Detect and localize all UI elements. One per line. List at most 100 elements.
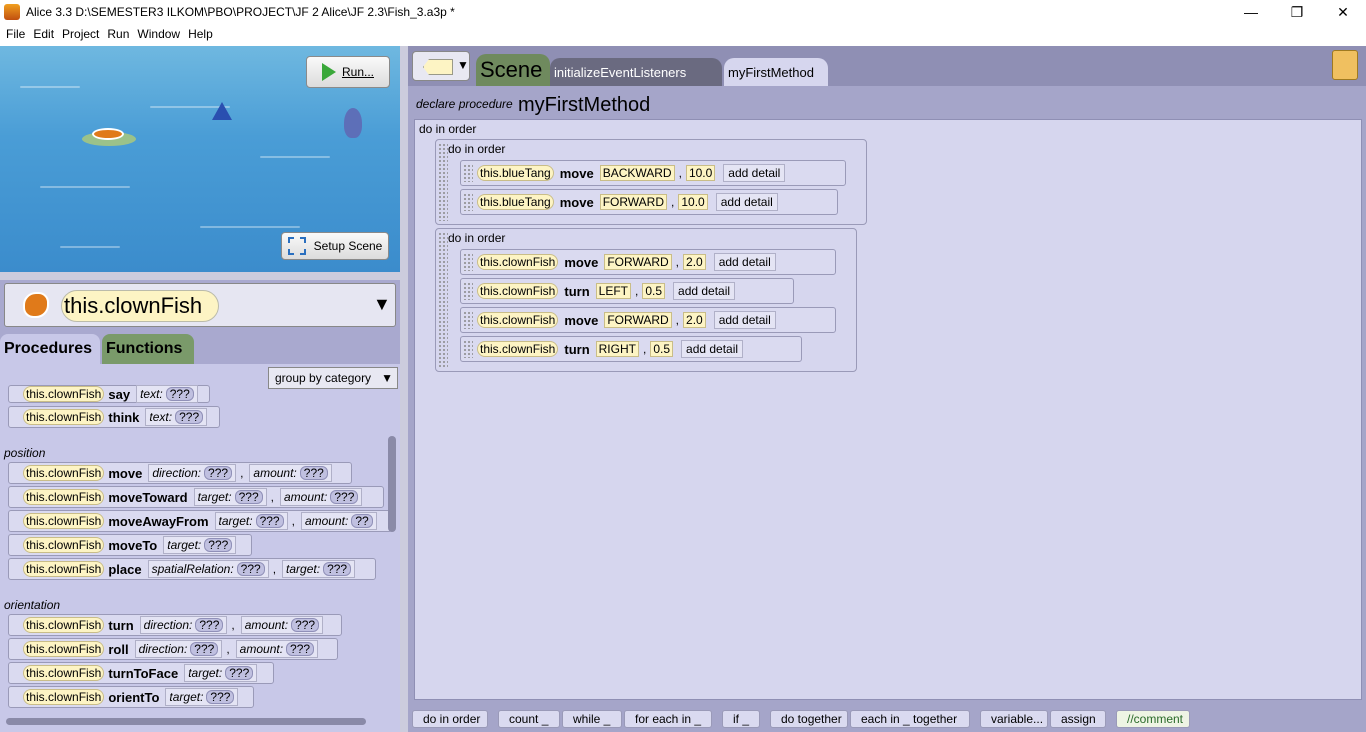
do-in-order-block[interactable]: do in order this.blueTang move BACKWARD …: [435, 139, 867, 225]
stmt-arg-amount[interactable]: 10.0: [678, 194, 708, 210]
proc-param[interactable]: target:???: [165, 688, 239, 706]
stmt-target[interactable]: this.blueTang: [477, 165, 554, 181]
group-by-dropdown[interactable]: group by category ▼: [268, 367, 398, 389]
add-detail-button[interactable]: add detail: [713, 253, 776, 271]
tool-variable[interactable]: variable...: [980, 710, 1048, 728]
vertical-splitter[interactable]: [400, 46, 408, 732]
minimize-button[interactable]: —: [1228, 0, 1274, 24]
do-in-order-block[interactable]: do in order this.clownFish move FORWARD …: [435, 228, 857, 372]
proc-param[interactable]: amount:??: [300, 512, 377, 530]
tool-each-in-together[interactable]: each in _ together: [850, 710, 970, 728]
proc-row-think[interactable]: this.clownFish think text:???: [8, 406, 220, 428]
tab-initialize-event-listeners[interactable]: initializeEventListeners: [550, 58, 722, 86]
stmt-arg-direction[interactable]: LEFT: [595, 283, 631, 299]
add-detail-button[interactable]: add detail: [681, 340, 744, 358]
stmt-arg-amount[interactable]: 10.0: [685, 165, 716, 181]
tool-if[interactable]: if _: [722, 710, 760, 728]
menu-edit[interactable]: Edit: [33, 27, 54, 41]
proc-param[interactable]: target:???: [193, 488, 267, 506]
proc-param[interactable]: amount:???: [240, 616, 324, 634]
proc-param[interactable]: spatialRelation:???: [147, 560, 269, 578]
proc-param[interactable]: amount:???: [249, 464, 332, 482]
tab-scene[interactable]: Scene: [476, 54, 550, 86]
tool-for-each-in[interactable]: for each in _: [624, 710, 712, 728]
statement[interactable]: this.blueTang move FORWARD , 10.0 add de…: [460, 189, 838, 215]
proc-row-turn[interactable]: this.clownFish turn direction:??? , amou…: [8, 614, 342, 636]
setup-scene-button[interactable]: Setup Scene: [281, 232, 389, 260]
stmt-arg-amount[interactable]: 0.5: [642, 283, 666, 299]
proc-row-moveawayfrom[interactable]: this.clownFish moveAwayFrom target:??? ,…: [8, 510, 392, 532]
statement[interactable]: this.blueTang move BACKWARD , 10.0 add d…: [460, 160, 846, 186]
tab-my-first-method[interactable]: myFirstMethod: [724, 58, 828, 86]
proc-param[interactable]: direction:???: [134, 640, 223, 658]
param-value: ???: [206, 690, 235, 704]
proc-row-say[interactable]: this.clownFish say text:???: [8, 385, 210, 403]
tool-while[interactable]: while _: [562, 710, 622, 728]
proc-param[interactable]: direction:???: [148, 464, 237, 482]
menu-file[interactable]: File: [6, 27, 25, 41]
tool-assign[interactable]: assign: [1050, 710, 1106, 728]
stmt-arg-amount[interactable]: 2.0: [683, 254, 706, 270]
horizontal-scrollbar[interactable]: [6, 718, 366, 725]
class-selector[interactable]: ▼: [412, 51, 470, 81]
stmt-arg-direction[interactable]: FORWARD: [604, 254, 672, 270]
stmt-target[interactable]: this.blueTang: [477, 194, 554, 210]
menu-project[interactable]: Project: [62, 27, 99, 41]
proc-param[interactable]: text:???: [145, 408, 208, 426]
menu-run[interactable]: Run: [107, 27, 129, 41]
code-area: do in order do in order this.blueTang mo…: [414, 119, 1362, 700]
proc-param[interactable]: target:???: [282, 560, 356, 578]
proc-row-orientto[interactable]: this.clownFish orientTo target:???: [8, 686, 254, 708]
category-orientation: orientation: [4, 598, 61, 612]
stmt-arg-amount[interactable]: 0.5: [650, 341, 674, 357]
horizontal-splitter[interactable]: [0, 272, 400, 280]
add-detail-button[interactable]: add detail: [715, 193, 778, 211]
menu-window[interactable]: Window: [137, 27, 180, 41]
stmt-target[interactable]: this.clownFish: [477, 341, 559, 357]
statement[interactable]: this.clownFish move FORWARD , 2.0 add de…: [460, 307, 836, 333]
tool-comment[interactable]: //comment: [1116, 710, 1190, 728]
proc-row-movetoward[interactable]: this.clownFish moveToward target:??? , a…: [8, 486, 384, 508]
proc-row-place[interactable]: this.clownFish place spatialRelation:???…: [8, 558, 376, 580]
stmt-target[interactable]: this.clownFish: [477, 254, 559, 270]
add-detail-button[interactable]: add detail: [723, 164, 786, 182]
stmt-arg-direction[interactable]: RIGHT: [595, 341, 639, 357]
run-button[interactable]: Run...: [306, 56, 390, 88]
stmt-arg-direction[interactable]: FORWARD: [604, 312, 672, 328]
object-selector-arrow[interactable]: ▼: [373, 294, 391, 315]
param-value: ???: [255, 514, 284, 528]
tool-do-together[interactable]: do together: [770, 710, 848, 728]
stmt-target[interactable]: this.clownFish: [477, 283, 559, 299]
proc-param[interactable]: target:???: [184, 664, 258, 682]
stmt-arg-direction[interactable]: BACKWARD: [599, 165, 675, 181]
proc-param[interactable]: target:???: [163, 536, 237, 554]
proc-param[interactable]: amount:???: [235, 640, 319, 658]
close-button[interactable]: ✕: [1320, 0, 1366, 24]
proc-param[interactable]: amount:???: [279, 488, 363, 506]
menu-help[interactable]: Help: [188, 27, 213, 41]
statement[interactable]: this.clownFish turn LEFT , 0.5 add detai…: [460, 278, 794, 304]
proc-row-turntoface[interactable]: this.clownFish turnToFace target:???: [8, 662, 274, 684]
object-selector[interactable]: this.clownFish ▼: [4, 283, 396, 327]
proc-param[interactable]: text:???: [136, 385, 198, 403]
tab-procedures[interactable]: Procedures: [0, 334, 100, 364]
tool-count[interactable]: count _: [498, 710, 560, 728]
proc-name: move: [108, 465, 143, 481]
vertical-scrollbar[interactable]: [388, 436, 396, 532]
tool-do-in-order[interactable]: do in order: [412, 710, 488, 728]
stmt-arg-amount[interactable]: 2.0: [683, 312, 706, 328]
stmt-target[interactable]: this.clownFish: [477, 312, 559, 328]
stmt-arg-direction[interactable]: FORWARD: [599, 194, 668, 210]
proc-row-moveto[interactable]: this.clownFish moveTo target:???: [8, 534, 252, 556]
statement[interactable]: this.clownFish move FORWARD , 2.0 add de…: [460, 249, 836, 275]
proc-param[interactable]: target:???: [214, 512, 288, 530]
statement[interactable]: this.clownFish turn RIGHT , 0.5 add deta…: [460, 336, 802, 362]
proc-param[interactable]: direction:???: [139, 616, 228, 634]
add-detail-button[interactable]: add detail: [673, 282, 736, 300]
proc-row-roll[interactable]: this.clownFish roll direction:??? , amou…: [8, 638, 338, 660]
proc-row-move[interactable]: this.clownFish move direction:??? , amou…: [8, 462, 352, 484]
maximize-button[interactable]: ❐: [1274, 0, 1320, 24]
clipboard-icon[interactable]: [1332, 50, 1358, 80]
tab-functions[interactable]: Functions: [102, 334, 194, 364]
add-detail-button[interactable]: add detail: [713, 311, 776, 329]
